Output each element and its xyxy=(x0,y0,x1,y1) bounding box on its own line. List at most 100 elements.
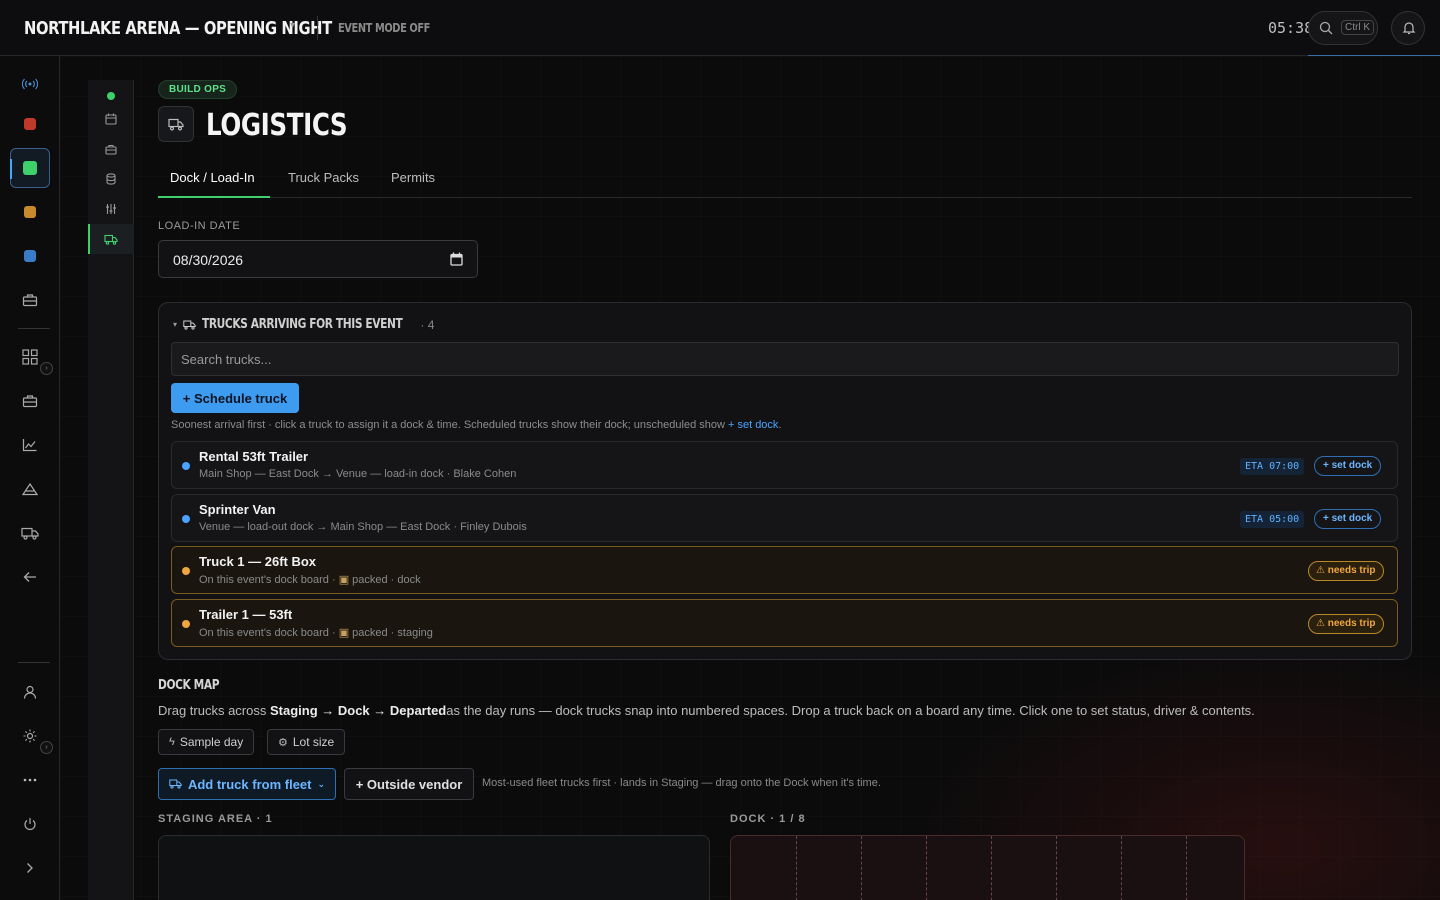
power-icon[interactable] xyxy=(10,804,50,844)
schedule-truck-button[interactable]: + Schedule truck xyxy=(171,383,299,413)
lot-size-button[interactable]: ⚙ Lot size xyxy=(267,729,346,755)
database-icon[interactable] xyxy=(88,164,134,194)
arrow-left-icon[interactable] xyxy=(10,557,50,597)
search-trucks-input[interactable]: Search trucks... xyxy=(171,342,1399,376)
event-mode-status[interactable]: EVENT MODE OFF xyxy=(338,21,430,35)
truck-row[interactable]: Rental 53ft Trailer Main Shop — East Doc… xyxy=(171,441,1398,489)
fleet-hint: Most-used fleet trucks first · lands in … xyxy=(482,777,881,789)
truck-row[interactable]: Trailer 1 — 53ft On this event's dock bo… xyxy=(171,599,1398,647)
dock-slot-divider xyxy=(1121,836,1122,900)
package-icon: ▣ xyxy=(338,574,350,586)
notifications-button[interactable] xyxy=(1391,11,1425,45)
tabs: Dock / Load-In Truck Packs Permits xyxy=(158,158,1412,198)
dock-slot-divider xyxy=(796,836,797,900)
truck-icon xyxy=(169,779,182,789)
dock-board[interactable] xyxy=(730,835,1245,900)
package-icon: ▣ xyxy=(338,627,350,639)
dock-slot-divider xyxy=(861,836,862,900)
desc-suffix: as the day runs — dock trucks snap into … xyxy=(446,703,1255,718)
truck-icon xyxy=(183,320,196,330)
set-dock-button[interactable]: + set dock xyxy=(1314,509,1382,529)
user-icon[interactable] xyxy=(10,672,50,712)
event-caret-icon[interactable]: ▾ xyxy=(290,20,295,31)
desc-prefix: Drag trucks across xyxy=(158,703,270,718)
load-in-date-input[interactable]: 08/30/2026 xyxy=(158,240,478,278)
accent-line xyxy=(1308,55,1440,56)
toolbox-icon[interactable] xyxy=(10,280,50,320)
eta-badge: ETA 07:00 xyxy=(1240,458,1305,475)
pack-status-text: packed · dock xyxy=(352,574,421,586)
needs-trip-badge[interactable]: ⚠ needs trip xyxy=(1308,614,1384,634)
truck-name: Truck 1 — 26ft Box xyxy=(199,554,317,569)
briefcase-icon[interactable] xyxy=(10,381,50,421)
red-square-icon[interactable] xyxy=(10,104,50,144)
broadcast-icon[interactable] xyxy=(10,64,50,104)
tab-truck-packs[interactable]: Truck Packs xyxy=(288,170,359,185)
more-icon[interactable] xyxy=(10,760,50,800)
truck-name: Rental 53ft Trailer xyxy=(199,449,309,464)
truck-icon[interactable] xyxy=(10,513,50,553)
bell-icon xyxy=(1402,22,1416,35)
tab-dock-load-in[interactable]: Dock / Load-In xyxy=(170,170,255,185)
search-button[interactable]: Ctrl K xyxy=(1308,11,1378,45)
dock-slot-divider xyxy=(1056,836,1057,900)
set-dock-link[interactable]: + set dock xyxy=(728,419,778,431)
dock-label: DOCK · 1 / 8 xyxy=(730,813,806,825)
green-square-icon[interactable] xyxy=(10,148,50,188)
status-dot xyxy=(182,462,190,470)
chart-icon[interactable] xyxy=(10,425,50,465)
dock-slot-divider xyxy=(926,836,927,900)
load-in-date-value: 08/30/2026 xyxy=(173,252,244,268)
dock-slot-divider xyxy=(1186,836,1187,900)
truck-icon[interactable] xyxy=(88,224,134,254)
calendar-icon[interactable] xyxy=(450,252,463,266)
chevron-down-icon: ⌄ xyxy=(317,778,326,789)
status-dot xyxy=(182,567,190,575)
add-truck-from-fleet-button[interactable]: Add truck from fleet ⌄ xyxy=(158,768,336,800)
section-rail xyxy=(88,80,134,900)
load-in-date-label: LOAD-IN DATE xyxy=(158,220,241,232)
search-placeholder: Search trucks... xyxy=(181,352,272,367)
tab-permits[interactable]: Permits xyxy=(391,170,435,185)
chevron-right-icon[interactable] xyxy=(10,848,50,888)
dock-board-text: On this event's dock board · xyxy=(199,574,336,586)
truck-icon xyxy=(158,106,194,142)
collapse-caret-icon[interactable]: ▾ xyxy=(173,320,177,329)
staging-area-board[interactable] xyxy=(158,835,710,900)
outside-vendor-button[interactable]: + Outside vendor xyxy=(344,768,474,800)
truck-row[interactable]: Truck 1 — 26ft Box On this event's dock … xyxy=(171,546,1398,594)
add-fleet-label: Add truck from fleet xyxy=(187,776,312,792)
shortcut-hint: Ctrl K xyxy=(1341,20,1374,35)
lot-size-label: Lot size xyxy=(292,735,335,749)
event-title[interactable]: NORTHLAKE ARENA — OPENING NIGHT xyxy=(24,18,332,39)
hint-text: Soonest arrival first · click a truck to… xyxy=(171,419,725,431)
dock-board-text: On this event's dock board · xyxy=(199,627,336,639)
trucks-panel-header[interactable]: ▾ TRUCKS ARRIVING FOR THIS EVENT · 4 xyxy=(173,317,434,332)
set-dock-button[interactable]: + set dock xyxy=(1314,456,1382,476)
tent-icon[interactable] xyxy=(10,469,50,509)
eta-badge: ETA 05:00 xyxy=(1240,511,1305,528)
trucks-count: · 4 xyxy=(420,317,435,332)
truck-status: On this event's dock board · ▣ packed · … xyxy=(199,626,433,639)
tab-active-indicator xyxy=(158,196,270,198)
sample-day-button[interactable]: ϟ Sample day xyxy=(158,729,255,755)
status-dot xyxy=(182,515,190,523)
needs-trip-badge[interactable]: ⚠ needs trip xyxy=(1308,561,1384,581)
trucks-hint: Soonest arrival first · click a truck to… xyxy=(171,419,782,431)
expand-chevron-icon-2[interactable]: › xyxy=(40,741,53,754)
blue-square-icon[interactable] xyxy=(10,236,50,276)
rail-divider xyxy=(18,328,50,329)
orange-square-icon[interactable] xyxy=(10,192,50,232)
calendar-icon[interactable] xyxy=(88,104,134,134)
truck-row[interactable]: Sprinter Van Venue — load-out dock → Mai… xyxy=(171,494,1398,542)
sliders-icon[interactable] xyxy=(88,194,134,224)
expand-chevron-icon[interactable]: › xyxy=(40,362,53,375)
dock-map-description: Drag trucks across Staging → Dock → Depa… xyxy=(158,703,1255,718)
dock-slot-divider xyxy=(991,836,992,900)
pack-status-text: packed · staging xyxy=(352,627,433,639)
truck-route: Main Shop — East Dock → Venue — load-in … xyxy=(199,468,517,480)
search-icon xyxy=(1319,21,1333,35)
section-badge: BUILD OPS xyxy=(158,80,238,99)
gear-icon: ⚙ xyxy=(278,736,288,749)
toolbox-icon[interactable] xyxy=(88,134,134,164)
